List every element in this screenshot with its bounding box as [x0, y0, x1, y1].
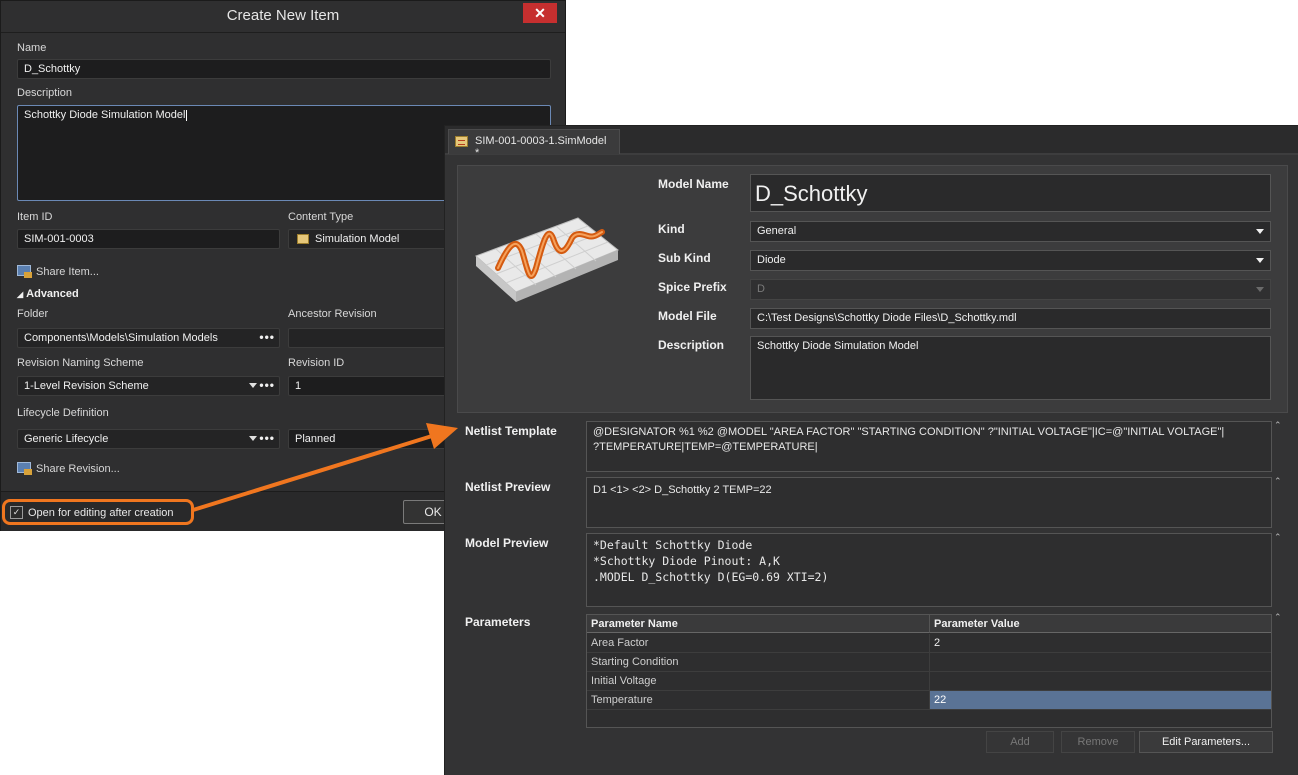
callout-arrow [191, 423, 458, 512]
